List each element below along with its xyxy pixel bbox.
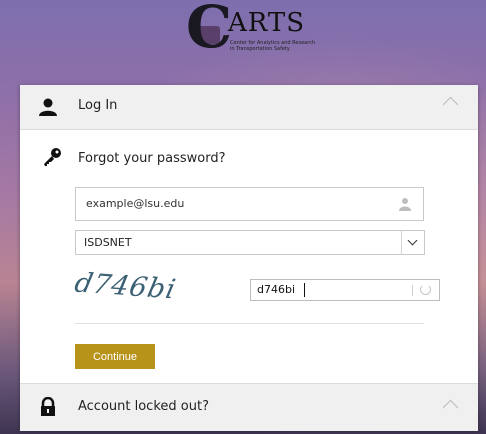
domain-select-value: ISDSNET bbox=[84, 236, 132, 249]
divider bbox=[75, 323, 424, 324]
lock-icon bbox=[41, 397, 55, 416]
locked-out-title: Account locked out? bbox=[78, 399, 209, 414]
chevron-up-icon[interactable] bbox=[442, 96, 459, 113]
captcha-text: d746bi bbox=[71, 267, 179, 306]
locked-out-header[interactable]: Account locked out? bbox=[20, 383, 478, 431]
chevron-up-icon[interactable] bbox=[442, 399, 459, 416]
login-header[interactable]: Log In bbox=[20, 85, 478, 130]
logo-letter: C bbox=[186, 0, 233, 61]
login-title: Log In bbox=[78, 98, 118, 113]
email-field[interactable]: example@lsu.edu bbox=[75, 187, 424, 221]
carts-logo: C ARTS Center for Analytics and Research… bbox=[186, 0, 326, 60]
user-icon bbox=[399, 198, 411, 211]
continue-button[interactable]: Continue bbox=[75, 344, 155, 369]
email-value: example@lsu.edu bbox=[86, 197, 185, 210]
forgot-password-link[interactable]: Forgot your password? bbox=[78, 151, 226, 166]
logo-text: ARTS bbox=[228, 8, 306, 38]
captcha-input[interactable]: d746bi bbox=[250, 279, 440, 301]
login-panel: Log In Forgot your password? example@lsu… bbox=[20, 85, 478, 431]
text-caret bbox=[304, 283, 305, 297]
chevron-down-icon bbox=[407, 235, 418, 246]
refresh-icon[interactable] bbox=[420, 284, 431, 295]
captcha-image: d746bi bbox=[71, 267, 195, 311]
input-separator bbox=[412, 285, 413, 296]
logo-tagline: Center for Analytics and Research in Tra… bbox=[230, 40, 316, 52]
user-icon bbox=[39, 98, 57, 116]
captcha-input-value: d746bi bbox=[257, 283, 296, 296]
dropdown-button[interactable] bbox=[401, 231, 424, 254]
domain-select[interactable]: ISDSNET bbox=[75, 230, 425, 255]
key-icon bbox=[44, 148, 61, 166]
